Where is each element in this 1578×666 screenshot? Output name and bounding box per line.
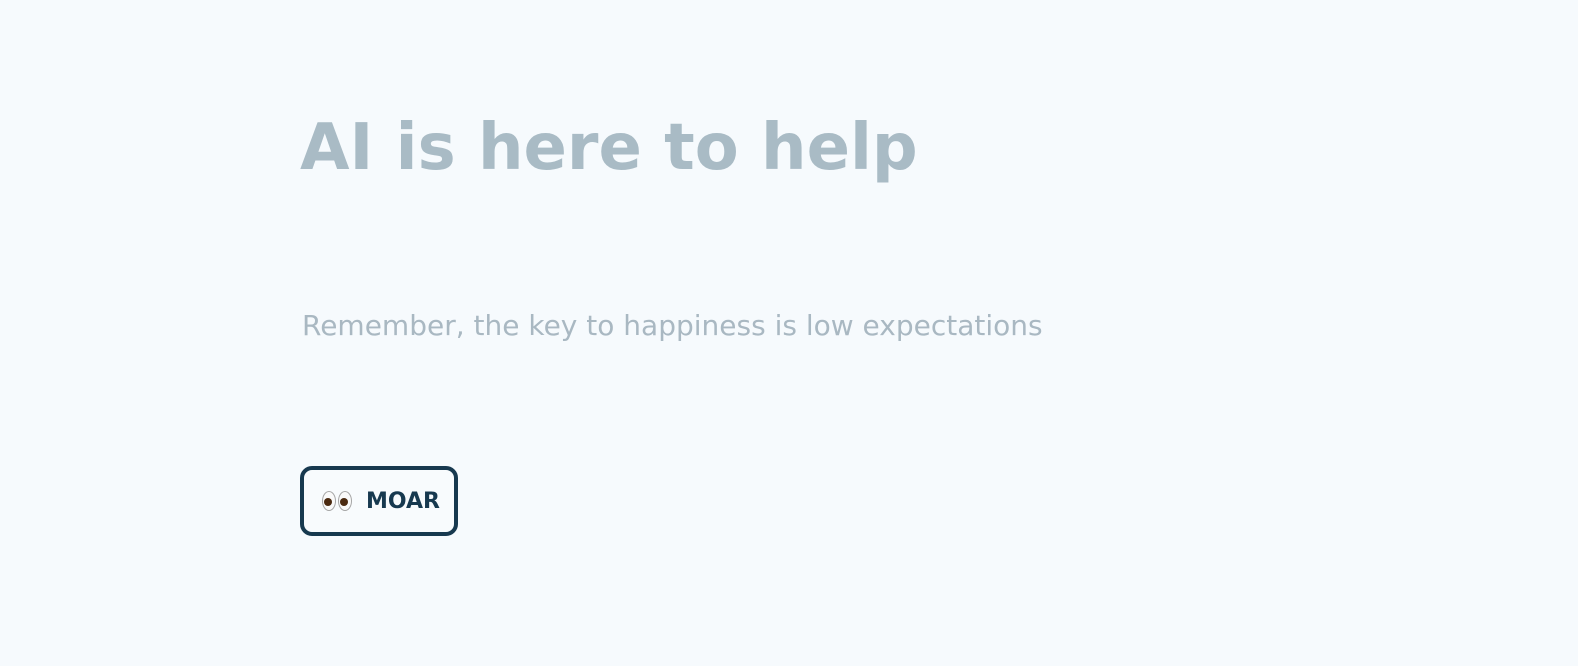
moar-button-label: MOAR [366, 488, 440, 514]
moar-button[interactable]: MOAR [300, 466, 458, 536]
eyes-icon [322, 491, 352, 511]
page-subtitle: Remember, the key to happiness is low ex… [302, 309, 1043, 342]
page: AI is here to help Remember, the key to … [0, 0, 1578, 666]
left-eye-icon [322, 491, 336, 511]
page-title: AI is here to help [300, 111, 918, 185]
right-eye-icon [338, 491, 352, 511]
